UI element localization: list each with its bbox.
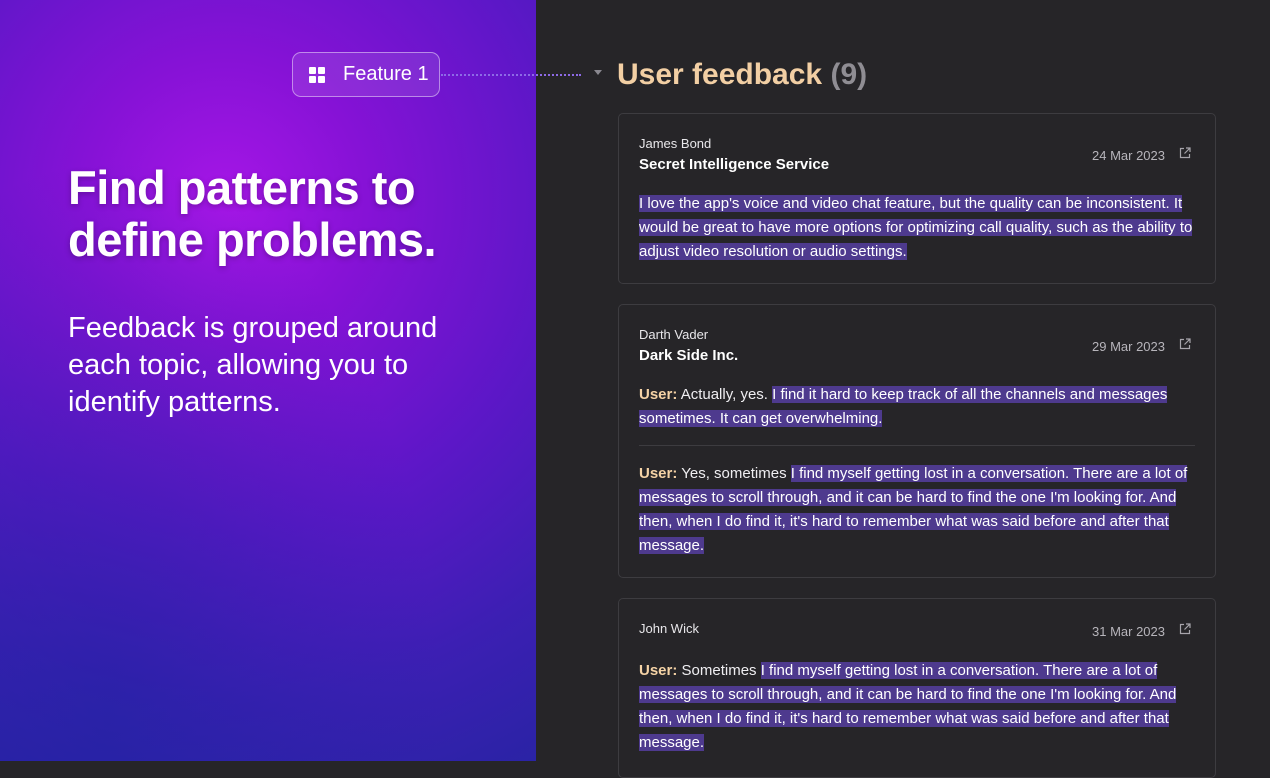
user-label: User: (639, 386, 678, 403)
card-date: 31 Mar 2023 (1092, 624, 1165, 639)
card-feedback-entry: User: Sometimes I find myself getting lo… (639, 659, 1197, 755)
hero-headline-line-2: define problems. (68, 213, 437, 266)
card-author: James Bond (639, 136, 712, 151)
entry-prefix: Sometimes (677, 662, 761, 679)
card-author: John Wick (639, 621, 699, 636)
feedback-card: John Wick 31 Mar 2023 User: Sometimes I … (618, 598, 1216, 778)
card-feedback-entry: User: Actually, yes. I find it hard to k… (639, 383, 1197, 431)
card-date: 29 Mar 2023 (1092, 339, 1165, 354)
hero-subtext: Feedback is grouped around each topic, a… (68, 312, 438, 418)
feature-chip[interactable]: Feature 1 (292, 52, 440, 97)
grid-icon (309, 66, 325, 83)
external-link-icon[interactable] (1179, 338, 1191, 350)
card-feedback-entry: User: Yes, sometimes I find myself getti… (639, 462, 1197, 558)
hero-panel: Find patterns to define problems. Feedba… (0, 0, 536, 761)
section-title-text: User feedback (617, 58, 823, 91)
feature-chip-label: Feature 1 (343, 63, 429, 85)
user-label: User: (639, 662, 678, 679)
card-organization: Secret Intelligence Service (639, 156, 830, 173)
card-author: Darth Vader (639, 327, 709, 342)
card-date: 24 Mar 2023 (1092, 148, 1165, 163)
feature-connector-line (441, 74, 581, 76)
highlighted-feedback: I love the app's voice and video chat fe… (639, 195, 1193, 260)
entry-divider (639, 445, 1195, 446)
feedback-card: Darth Vader Dark Side Inc. 29 Mar 2023 U… (618, 304, 1216, 578)
feedback-card: James Bond Secret Intelligence Service 2… (618, 113, 1216, 284)
caret-down-icon[interactable] (594, 70, 602, 75)
card-organization: Dark Side Inc. (639, 347, 739, 364)
entry-prefix: Yes, sometimes (677, 465, 791, 482)
user-label: User: (639, 465, 678, 482)
section-title: User feedback (9) (617, 56, 867, 94)
feedback-count: (9) (830, 58, 868, 91)
hero-headline-line-1: Find patterns to (68, 161, 416, 214)
card-feedback-text: I love the app's voice and video chat fe… (639, 192, 1197, 264)
external-link-icon[interactable] (1179, 147, 1191, 159)
hero-headline: Find patterns to define problems. (68, 161, 437, 266)
entry-prefix: Actually, yes. (677, 386, 773, 403)
external-link-icon[interactable] (1179, 623, 1191, 635)
